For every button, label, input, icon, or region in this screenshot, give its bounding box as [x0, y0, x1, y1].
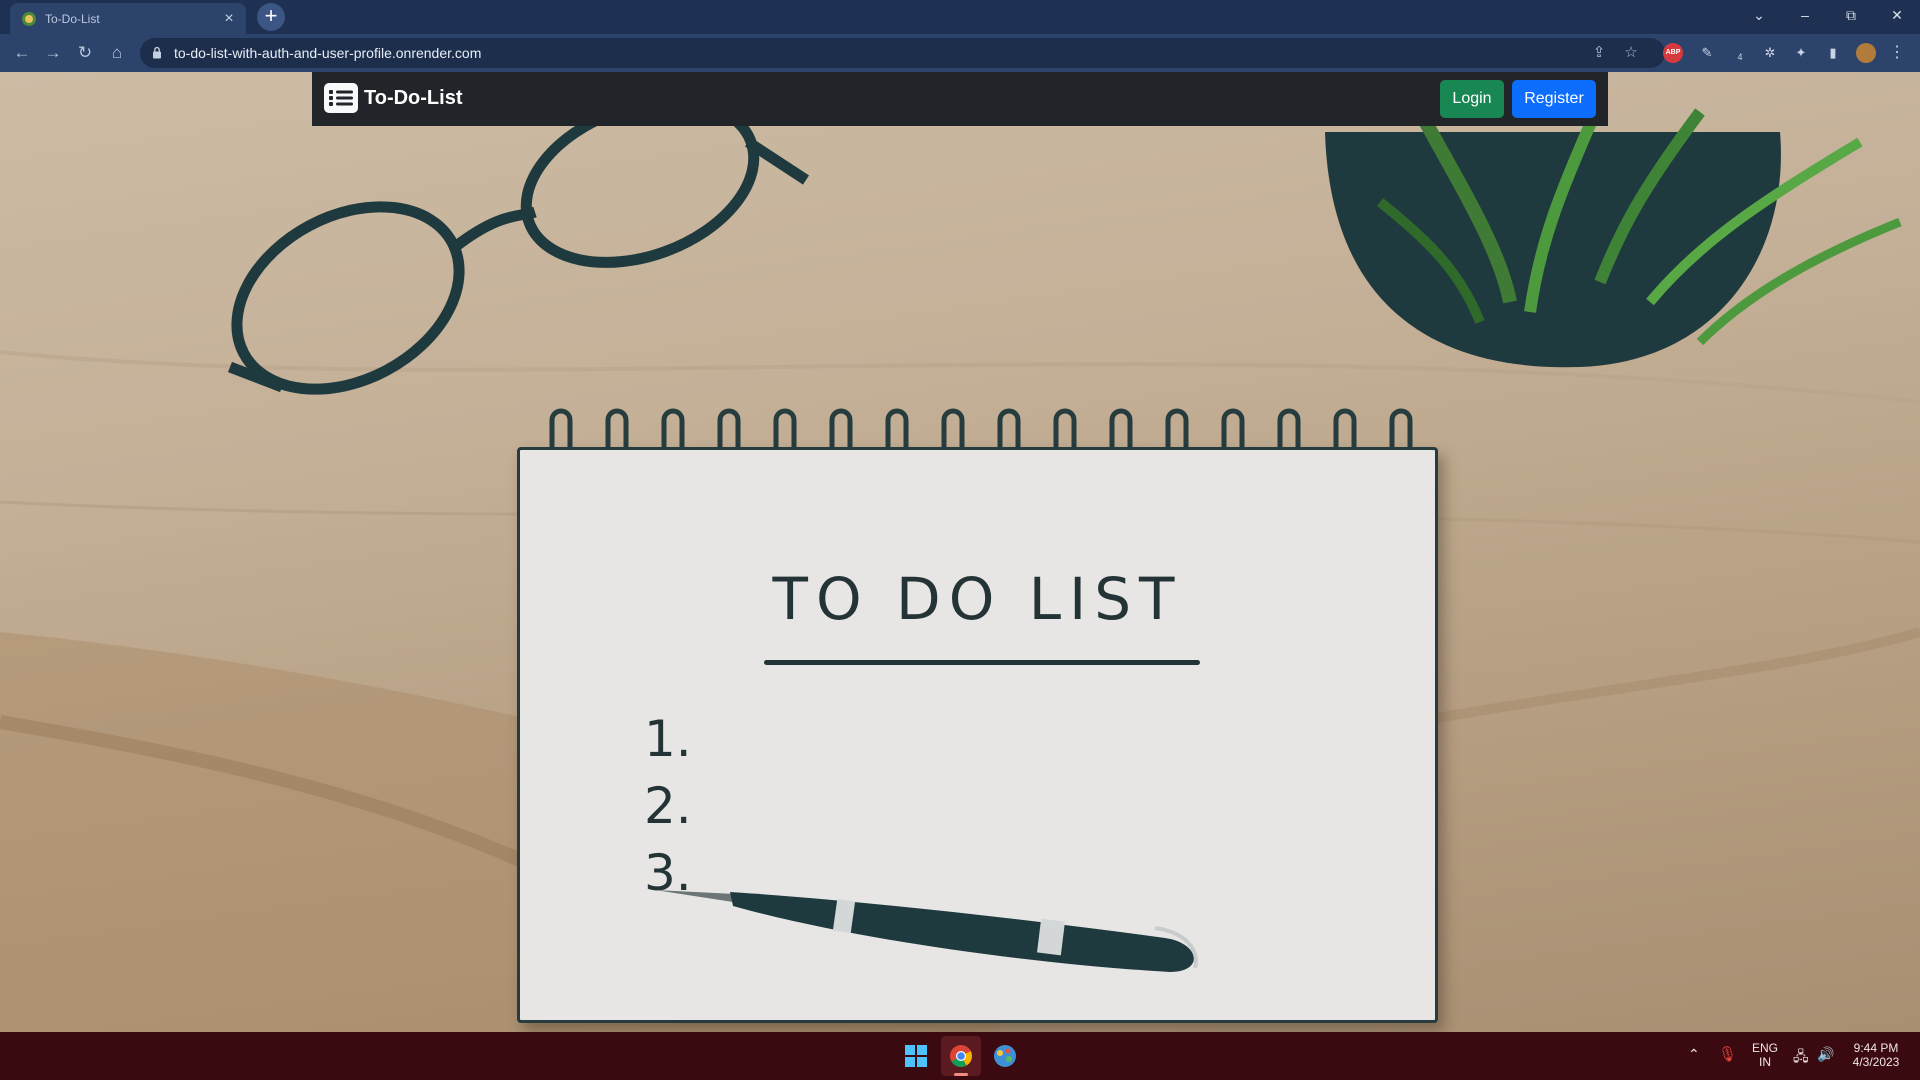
chrome-taskbar-button[interactable]	[941, 1036, 981, 1076]
reload-icon[interactable]: ↻	[74, 42, 96, 64]
profile-avatar-icon[interactable]	[1856, 43, 1876, 63]
notepad-image: TO DO LIST 1. 2. 3.	[517, 447, 1438, 1023]
clock-time: 9:44 PM	[1853, 1041, 1899, 1055]
home-icon[interactable]: ⌂	[106, 42, 128, 64]
tab-search-icon[interactable]: ⌄	[1736, 0, 1782, 30]
network-icon[interactable]: 🖧	[1793, 1046, 1809, 1070]
hero-title: TO DO LIST	[772, 565, 1183, 633]
address-bar[interactable]: to-do-list-with-auth-and-user-profile.on…	[140, 38, 1665, 68]
tab-counter-extension-icon[interactable]: 4	[1730, 43, 1750, 63]
site-navbar: To-Do-List Login Register	[312, 72, 1608, 126]
language-code: ENG	[1752, 1041, 1779, 1055]
minimize-button[interactable]: –	[1782, 0, 1828, 30]
windows-start-icon[interactable]	[905, 1045, 927, 1067]
register-button[interactable]: Register	[1512, 80, 1596, 118]
forward-icon[interactable]: →	[42, 42, 64, 64]
restore-button[interactable]: ⧉	[1828, 0, 1874, 30]
url-text: to-do-list-with-auth-and-user-profile.on…	[174, 45, 482, 61]
list-number: 2.	[644, 777, 692, 835]
active-indicator	[954, 1073, 968, 1076]
brand-link[interactable]: To-Do-List	[324, 83, 463, 113]
share-icon[interactable]: ⇪	[1590, 44, 1608, 62]
browser-tab-strip: To-Do-List × + ⌄ – ⧉ ✕	[0, 0, 1920, 34]
taskbar: ⌃ 🎙 ENG IN 🖧 🔊 9:44 PM 4/3/2023	[0, 1032, 1920, 1080]
microphone-icon[interactable]: 🎙	[1718, 1045, 1737, 1063]
puzzle-extensions-icon[interactable]: ✦	[1791, 43, 1811, 63]
plant-image	[1325, 99, 1902, 368]
browser-tab[interactable]: To-Do-List ×	[10, 3, 246, 34]
new-tab-button[interactable]: +	[257, 3, 285, 31]
bug-extension-icon[interactable]: ✲	[1760, 43, 1780, 63]
tab-close-icon[interactable]: ×	[218, 10, 240, 28]
tab-title: To-Do-List	[45, 11, 100, 26]
lock-icon	[153, 46, 161, 59]
window-close-button[interactable]: ✕	[1874, 0, 1920, 30]
login-button[interactable]: Login	[1440, 80, 1504, 118]
region-code: IN	[1759, 1055, 1771, 1069]
show-hidden-icons-icon[interactable]: ⌃	[1688, 1046, 1700, 1063]
brand-name: To-Do-List	[364, 86, 463, 109]
list-icon	[324, 83, 358, 113]
site-favicon-icon	[22, 11, 36, 26]
page-viewport: To-Do-List Login Register TO DO LIST 1. …	[0, 72, 1920, 1032]
chrome-icon	[950, 1045, 972, 1067]
language-indicator[interactable]: ENG IN	[1752, 1041, 1778, 1069]
browser-toolbar: ← → ↻ ⌂ to-do-list-with-auth-and-user-pr…	[0, 34, 1920, 72]
title-underline	[764, 660, 1200, 665]
bookmark-star-icon[interactable]: ☆	[1622, 44, 1640, 62]
list-number: 1.	[644, 710, 692, 768]
pen-image	[655, 890, 1198, 972]
pin-extension-icon[interactable]: ✎	[1697, 43, 1717, 63]
clock-date: 4/3/2023	[1852, 1055, 1900, 1069]
paint-app-icon[interactable]	[993, 1044, 1017, 1068]
volume-icon[interactable]: 🔊	[1817, 1046, 1834, 1063]
side-panel-icon[interactable]: ▮	[1823, 43, 1843, 63]
clock[interactable]: 9:44 PM 4/3/2023	[1846, 1041, 1906, 1069]
back-icon[interactable]: ←	[11, 42, 33, 64]
adblock-plus-icon[interactable]: ABP	[1663, 43, 1683, 63]
menu-kebab-icon[interactable]: ⋮	[1887, 43, 1907, 63]
